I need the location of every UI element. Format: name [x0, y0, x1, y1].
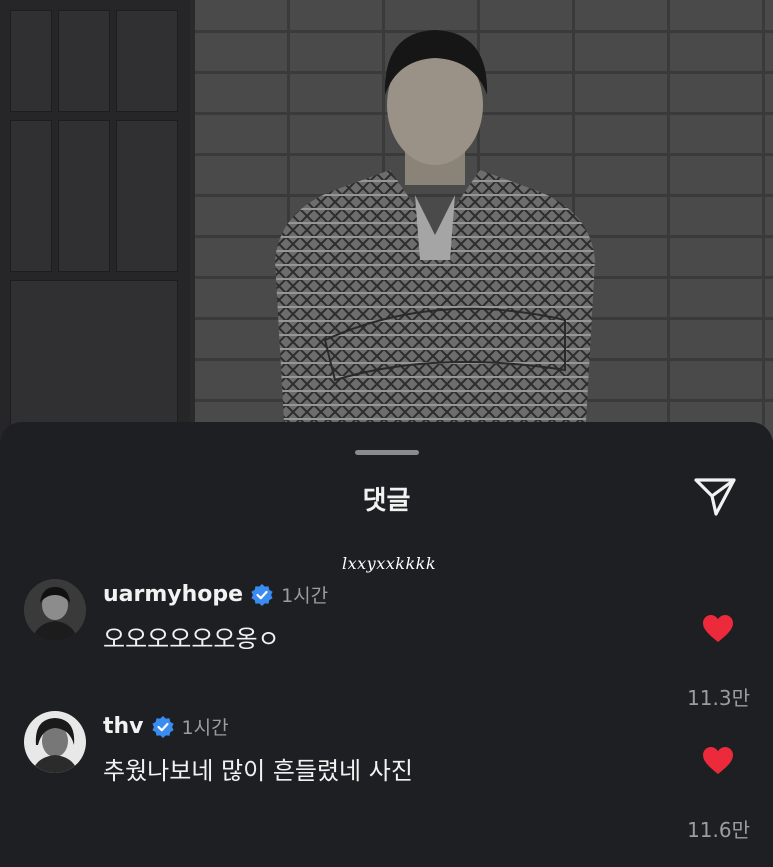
- post-photo: [0, 0, 773, 440]
- comment-meta: thv 1시간: [103, 713, 229, 740]
- watermark: lxxyxxkkkk: [342, 554, 437, 573]
- comment-time: 1시간: [181, 717, 229, 739]
- comment-item: thv 1시간 추웠나보네 많이 흔들렸네 사진 11.6만: [0, 711, 773, 842]
- sheet-title: 댓글: [362, 486, 411, 516]
- avatar[interactable]: [24, 711, 86, 773]
- send-icon[interactable]: [690, 474, 740, 520]
- heart-icon[interactable]: [702, 746, 734, 776]
- person-figure: [275, 30, 595, 440]
- avatar[interactable]: [24, 579, 86, 641]
- comment-text: 오오오오오오옹ㅇ: [103, 625, 280, 653]
- drag-handle[interactable]: [355, 450, 419, 455]
- comment-time: 1시간: [281, 585, 329, 607]
- username[interactable]: uarmyhope: [103, 582, 243, 607]
- comments-sheet: 댓글 lxxyxxkkkk uarmyhope 1시간 오오오오오오옹ㅇ 11.…: [0, 422, 773, 867]
- like-count: 11.3만: [687, 686, 750, 710]
- heart-icon[interactable]: [702, 614, 734, 644]
- like-count: 11.6만: [687, 818, 750, 842]
- window-frame: [0, 0, 190, 440]
- username[interactable]: thv: [103, 714, 144, 739]
- verified-badge-icon: [251, 583, 273, 606]
- verified-badge-icon: [151, 715, 174, 738]
- comment-text: 추웠나보네 많이 흔들렸네 사진: [103, 757, 413, 785]
- comment-meta: uarmyhope 1시간: [103, 581, 328, 608]
- comment-item: uarmyhope 1시간 오오오오오오옹ㅇ 11.3만: [0, 579, 773, 710]
